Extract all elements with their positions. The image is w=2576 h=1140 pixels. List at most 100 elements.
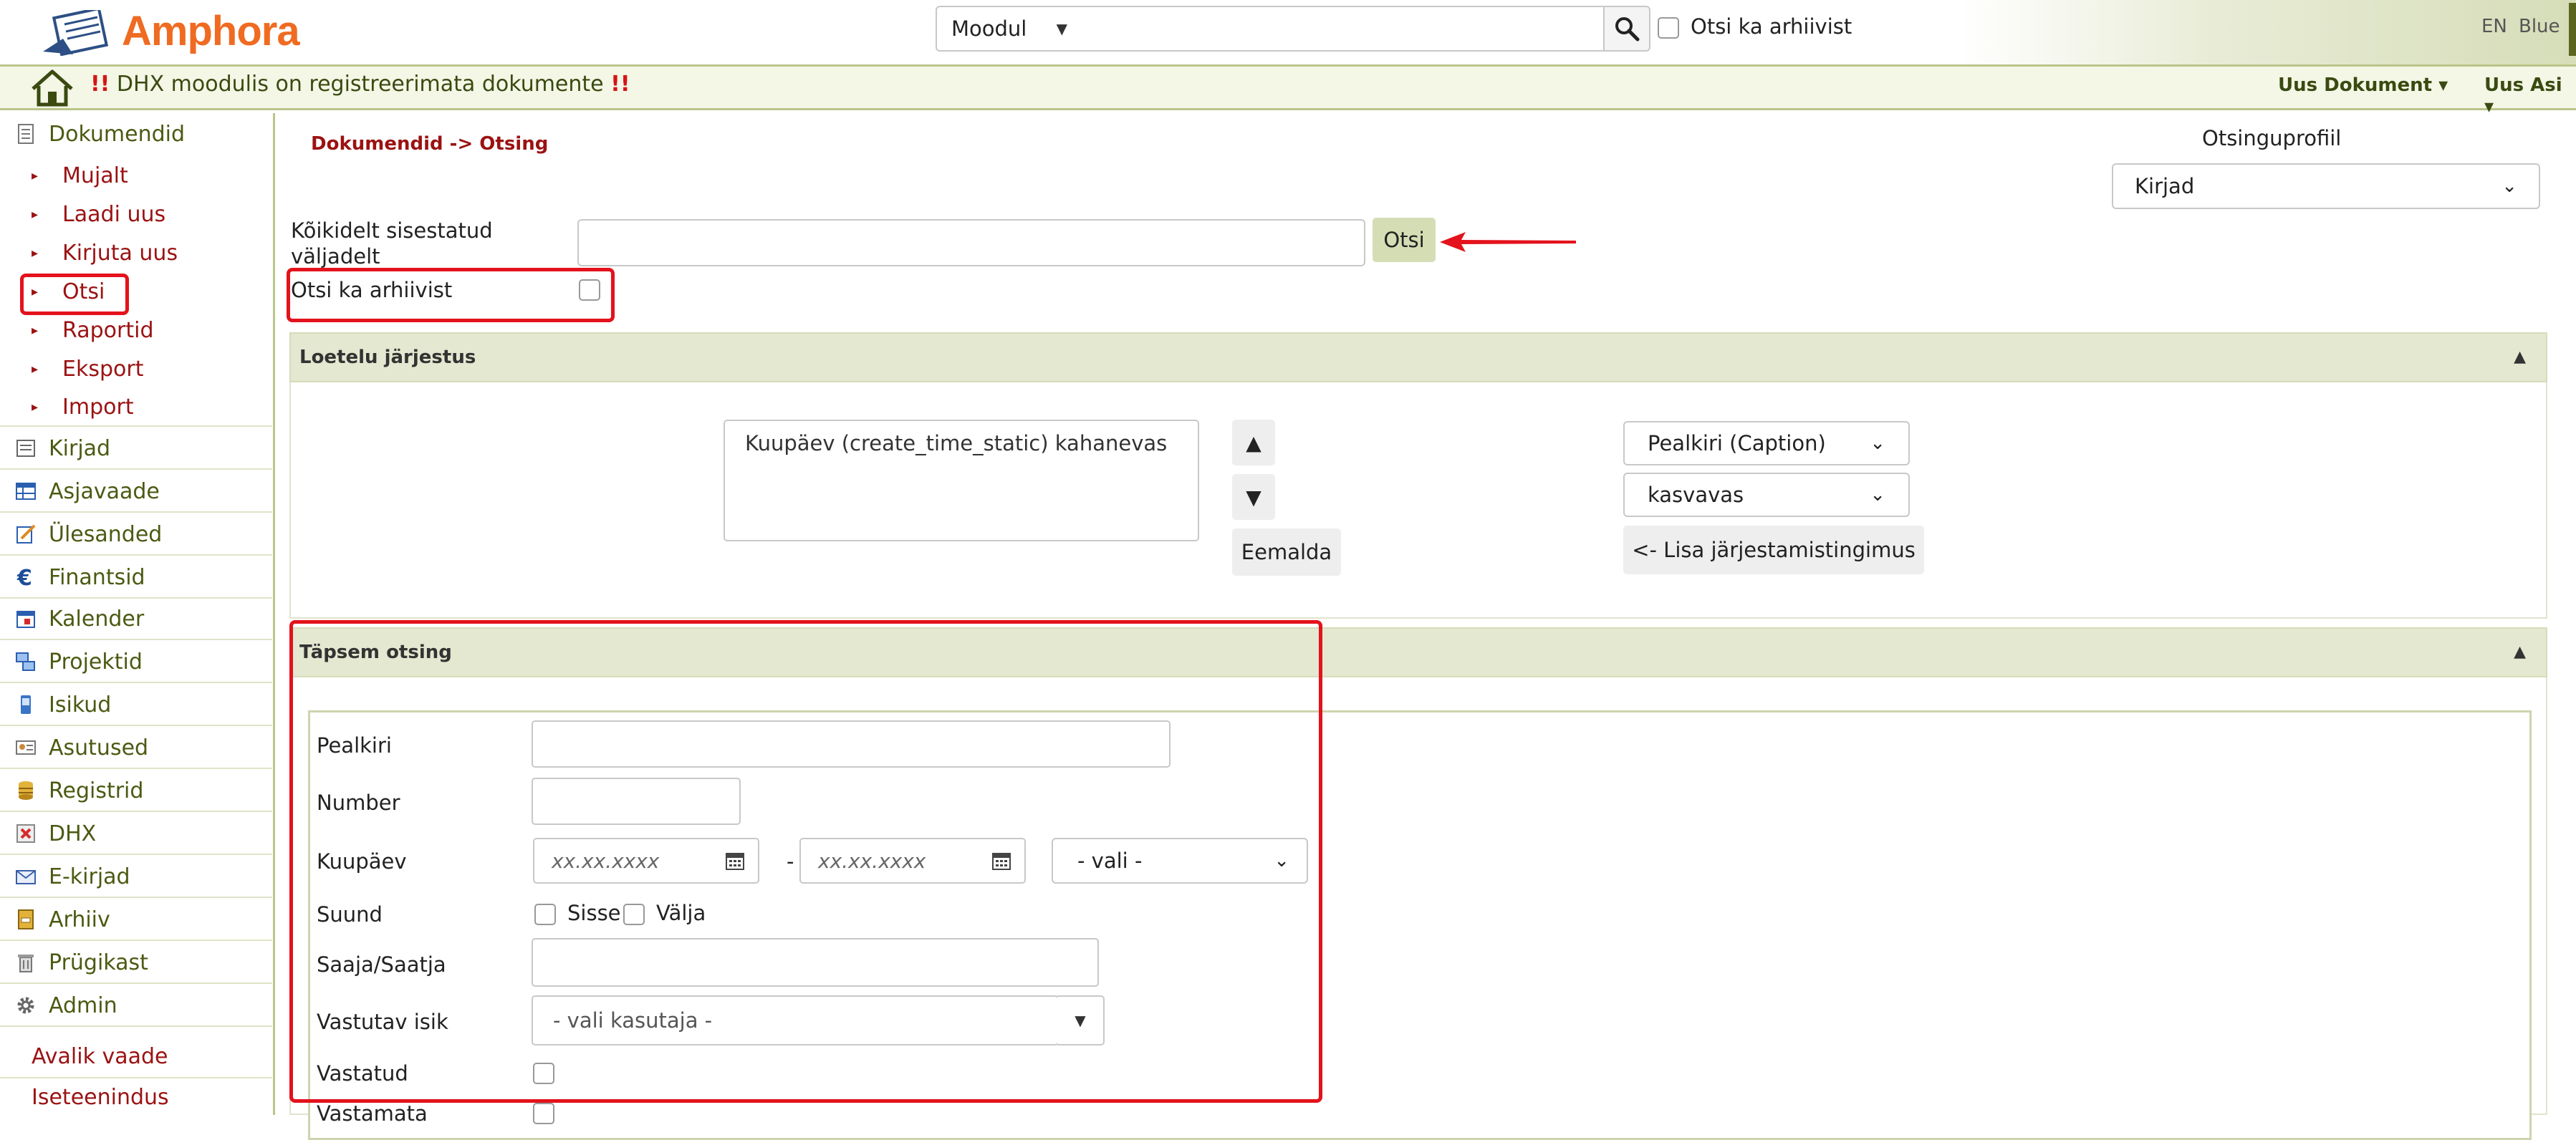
notice-marker-end: !! bbox=[610, 72, 630, 97]
sidebar-item-admin[interactable]: Admin bbox=[0, 985, 272, 1027]
sidebar-item-arhiiv[interactable]: Arhiiv bbox=[0, 899, 272, 941]
sidebar-link-iseteenindus[interactable]: Iseteenindus bbox=[0, 1077, 272, 1116]
caret-right-icon: ▸ bbox=[32, 245, 39, 261]
sidebar-item-ekirjad[interactable]: E-kirjad bbox=[0, 856, 272, 898]
module-select-value: Moodul bbox=[951, 16, 1027, 41]
sort-panel-header[interactable]: Loetelu järjestus ▲ bbox=[289, 332, 2547, 382]
list-item[interactable]: Kuupäev (create_time_static) kahanevas bbox=[745, 431, 1178, 455]
sidebar-item-label: Admin bbox=[49, 992, 117, 1018]
sidebar-item-asutused[interactable]: Asutused bbox=[0, 728, 272, 769]
breadcrumb: Dokumendid -> Otsing bbox=[311, 133, 549, 155]
sidebar-item-kalender[interactable]: Kalender bbox=[0, 599, 272, 640]
top-search-input[interactable] bbox=[1082, 6, 1605, 52]
sort-conditions-list[interactable]: Kuupäev (create_time_static) kahanevas bbox=[724, 420, 1199, 541]
sidebar-item-label: Arhiiv bbox=[49, 907, 110, 932]
sidebar-item-label: Finantsid bbox=[49, 564, 145, 590]
sidebar-sub-eksport[interactable]: ▸ Eksport bbox=[0, 349, 272, 388]
logo-document-icon bbox=[43, 10, 109, 56]
sidebar-item-label: Kalender bbox=[49, 606, 145, 632]
sidebar-sub-label: Kirjuta uus bbox=[62, 240, 178, 266]
caret-right-icon: ▸ bbox=[32, 322, 39, 338]
sidebar-item-finantsid[interactable]: € Finantsid bbox=[0, 557, 272, 599]
sidebar: Dokumendid ▸ Mujalt ▸ Laadi uus ▸ Kirjuta u… bbox=[0, 113, 275, 1115]
svg-text:€: € bbox=[16, 566, 32, 589]
sidebar-item-dhx[interactable]: DHX bbox=[0, 813, 272, 855]
move-up-button[interactable]: ▲ bbox=[1232, 420, 1275, 465]
sidebar-item-prugikast[interactable]: Prügikast bbox=[0, 942, 272, 984]
sidebar-sub-label: Raportid bbox=[62, 317, 154, 343]
top-archive-checkbox[interactable] bbox=[1658, 17, 1679, 39]
sidebar-item-label: Dokumendid bbox=[49, 121, 186, 147]
sort-field-select[interactable]: Pealkiri (Caption) ⌄ bbox=[1623, 421, 1910, 465]
unanswered-checkbox[interactable] bbox=[533, 1103, 554, 1124]
gear-icon bbox=[17, 997, 34, 1014]
chevron-down-icon: ⌄ bbox=[1870, 433, 1885, 454]
sidebar-item-ulesanded[interactable]: Ülesanded bbox=[0, 514, 272, 556]
all-fields-input[interactable] bbox=[577, 219, 1365, 266]
sort-field-value: Pealkiri (Caption) bbox=[1648, 431, 1826, 455]
sidebar-sub-label: Import bbox=[62, 394, 134, 420]
sidebar-item-label: Asutused bbox=[49, 735, 149, 760]
chevron-down-icon: ▼ bbox=[1056, 20, 1067, 37]
move-down-button[interactable]: ▼ bbox=[1232, 474, 1275, 520]
sidebar-item-kirjad[interactable]: Kirjad bbox=[0, 428, 272, 470]
sidebar-sub-laadi-uus[interactable]: ▸ Laadi uus bbox=[0, 195, 272, 233]
search-profile-select[interactable]: Kirjad ⌄ bbox=[2112, 163, 2540, 209]
sidebar-item-asjavaade[interactable]: Asjavaade bbox=[0, 471, 272, 513]
search-profile-value: Kirjad bbox=[2135, 174, 2195, 198]
home-icon[interactable] bbox=[29, 69, 76, 107]
sidebar-sub-kirjuta-uus[interactable]: ▸ Kirjuta uus bbox=[0, 233, 272, 272]
search-icon bbox=[1615, 17, 1640, 42]
collapse-icon[interactable]: ▲ bbox=[2514, 643, 2526, 661]
sort-direction-value: kasvavas bbox=[1648, 483, 1744, 507]
trash-icon bbox=[18, 955, 34, 972]
logo-text: Amphora bbox=[122, 8, 300, 54]
sidebar-sub-mujalt[interactable]: ▸ Mujalt bbox=[0, 156, 272, 195]
new-document-menu[interactable]: Uus Dokument ▾ bbox=[2278, 74, 2448, 96]
sidebar-item-label: DHX bbox=[49, 821, 97, 846]
annotation-box-otsi bbox=[20, 274, 129, 315]
sidebar-item-label: Asjavaade bbox=[49, 478, 160, 504]
notice-marker-start: !! bbox=[90, 72, 110, 97]
euro-icon: € bbox=[16, 566, 32, 589]
sidebar-item-label: Ülesanded bbox=[49, 521, 163, 547]
database-icon bbox=[19, 781, 33, 800]
sidebar-item-label: Isikud bbox=[49, 692, 112, 718]
sidebar-link-avalik-vaade[interactable]: Avalik vaade bbox=[0, 1037, 272, 1076]
project-icon bbox=[16, 652, 35, 671]
remove-sort-button[interactable]: Eemalda bbox=[1232, 528, 1341, 576]
amphora-logo[interactable]: Amphora bbox=[42, 4, 300, 59]
collapse-icon[interactable]: ▲ bbox=[2514, 348, 2526, 366]
envelope-icon bbox=[16, 870, 36, 884]
module-select[interactable]: Moodul ▼ bbox=[936, 6, 1083, 52]
sidebar-item-projektid[interactable]: Projektid bbox=[0, 642, 272, 683]
sort-direction-select[interactable]: kasvavas ⌄ bbox=[1623, 473, 1910, 517]
search-profile-label: Otsinguprofiil bbox=[2202, 126, 2342, 150]
caret-right-icon: ▸ bbox=[32, 206, 39, 222]
top-search-button[interactable] bbox=[1603, 6, 1650, 52]
new-thing-menu[interactable]: Uus Asi ▾ bbox=[2484, 74, 2576, 117]
annotation-arrow-icon bbox=[1440, 232, 1576, 252]
task-icon bbox=[16, 524, 36, 544]
sidebar-item-isikud[interactable]: Isikud bbox=[0, 685, 272, 726]
annotation-box-advanced bbox=[289, 620, 1322, 1103]
header-edge bbox=[2569, 3, 2576, 56]
sidebar-sub-label: Laadi uus bbox=[62, 201, 166, 227]
notice-text: DHX moodulis on registreerimata dokument… bbox=[116, 72, 604, 97]
add-sort-condition-button[interactable]: <- Lisa järjestamistingimus bbox=[1623, 526, 1924, 574]
theme-blue-link[interactable]: Blue bbox=[2519, 16, 2560, 37]
table-view-icon bbox=[16, 483, 36, 500]
sidebar-sub-raportid[interactable]: ▸ Raportid bbox=[0, 311, 272, 349]
sidebar-item-documents[interactable]: Dokumendid bbox=[0, 113, 272, 155]
sidebar-item-registrid[interactable]: Registrid bbox=[0, 771, 272, 812]
calendar-icon bbox=[16, 611, 35, 628]
sidebar-sub-import[interactable]: ▸ Import bbox=[0, 388, 272, 427]
sidebar-item-label: Projektid bbox=[49, 649, 143, 675]
language-en-link[interactable]: EN bbox=[2481, 16, 2507, 37]
sidebar-sub-label: Mujalt bbox=[62, 163, 128, 188]
search-button[interactable]: Otsi bbox=[1373, 218, 1436, 262]
caret-right-icon: ▸ bbox=[32, 168, 39, 183]
notice-message[interactable]: !! DHX moodulis on registreerimata dokum… bbox=[90, 72, 630, 97]
caret-right-icon: ▸ bbox=[32, 361, 39, 377]
phone-icon bbox=[21, 695, 31, 714]
